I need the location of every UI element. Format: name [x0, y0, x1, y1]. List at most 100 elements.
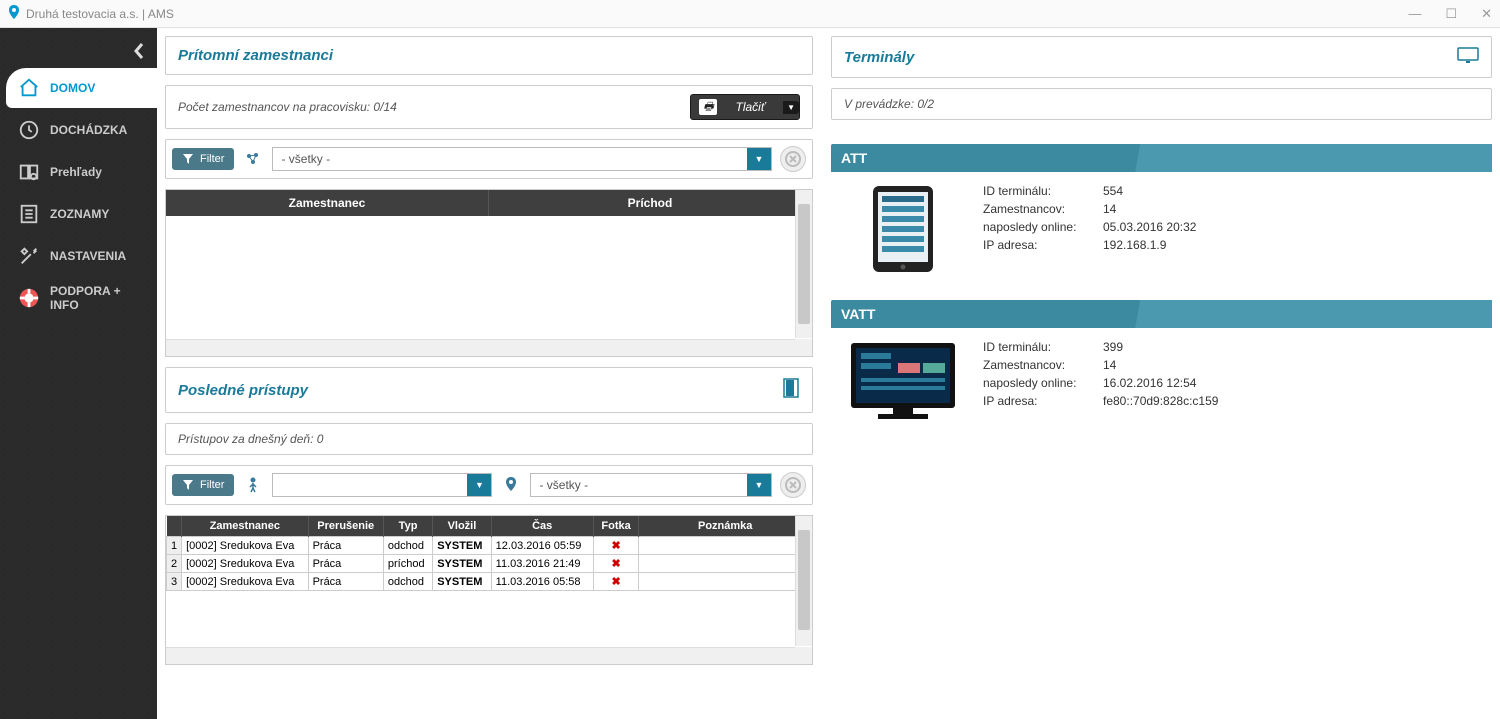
- filter-button[interactable]: Filter: [172, 474, 234, 496]
- vertical-scrollbar[interactable]: [795, 516, 812, 646]
- column-header[interactable]: Poznámka: [639, 516, 812, 537]
- value-last-online: 16.02.2016 12:54: [1103, 376, 1196, 390]
- filter-label: Filter: [200, 479, 224, 491]
- lifebuoy-icon: [18, 287, 40, 309]
- no-photo-icon: ✖: [593, 555, 639, 573]
- column-header[interactable]: Prerušenie: [308, 516, 383, 537]
- recent-employee-combo[interactable]: ▼: [272, 473, 492, 497]
- sidebar-item-domov[interactable]: DOMOV: [6, 68, 157, 108]
- panel-title: Terminály: [844, 49, 914, 66]
- value-employees: 14: [1103, 358, 1116, 372]
- sidebar-item-label: NASTAVENIA: [50, 249, 126, 263]
- horizontal-scrollbar[interactable]: [166, 647, 795, 664]
- label-employees: Zamestnancov:: [983, 358, 1103, 372]
- maximize-button[interactable]: ☐: [1445, 6, 1457, 22]
- cell-time: 11.03.2016 05:58: [491, 573, 593, 591]
- label-last-online: naposledy online:: [983, 220, 1103, 234]
- column-header[interactable]: Zamestnanec: [182, 516, 308, 537]
- cell-note: [639, 573, 812, 591]
- terminal-card[interactable]: VATTID terminálu:399Zamestnancov:14napos…: [831, 300, 1492, 442]
- home-icon: [18, 77, 40, 99]
- value-ip: fe80::70d9:828c:c159: [1103, 394, 1218, 408]
- group-icon: [242, 148, 264, 170]
- recent-location-combo[interactable]: - všetky - ▼: [530, 473, 772, 497]
- filter-button[interactable]: Filter: [172, 148, 234, 170]
- print-button[interactable]: 🖶 Tlačiť ▼: [690, 94, 800, 120]
- no-photo-icon: ✖: [593, 537, 639, 555]
- filter-label: Filter: [200, 153, 224, 165]
- vertical-scrollbar[interactable]: [795, 190, 812, 338]
- cell-type: odchod: [383, 573, 432, 591]
- horizontal-scrollbar[interactable]: [166, 339, 795, 356]
- column-header[interactable]: Vložil: [433, 516, 491, 537]
- door-icon: [782, 378, 800, 402]
- cell-interrupt: Práca: [308, 555, 383, 573]
- terminal-card[interactable]: ATTID terminálu:554Zamestnancov:14naposl…: [831, 144, 1492, 286]
- chevron-down-icon[interactable]: ▼: [783, 101, 799, 114]
- minimize-button[interactable]: —: [1408, 6, 1421, 22]
- panel-recent-access: Posledné prístupy: [165, 367, 813, 413]
- sidebar-item-zoznamy[interactable]: ZOZNAMY: [6, 194, 157, 234]
- reset-filter-button[interactable]: [780, 472, 806, 498]
- present-table: Zamestnanec Príchod: [165, 189, 813, 357]
- recent-table: Zamestnanec Prerušenie Typ Vložil Čas Fo…: [165, 515, 813, 665]
- terminal-image: [843, 184, 963, 274]
- table-header-row: Zamestnanec Prerušenie Typ Vložil Čas Fo…: [167, 516, 812, 537]
- panel-header: Posledné prístupy: [166, 368, 812, 412]
- cell-time: 12.03.2016 05:59: [491, 537, 593, 555]
- sidebar-item-label: DOCHÁDZKA: [50, 123, 127, 137]
- terminals-status-label: V prevádzke: 0/2: [844, 97, 934, 111]
- column-header-employee[interactable]: Zamestnanec: [166, 190, 489, 216]
- location-pin-icon: [500, 474, 522, 496]
- sidebar-item-nastavenia[interactable]: NASTAVENIA: [6, 236, 157, 276]
- cell-type: odchod: [383, 537, 432, 555]
- table-row[interactable]: 1[0002] Sredukova EvaPrácaodchodSYSTEM12…: [167, 537, 812, 555]
- cell-note: [639, 537, 812, 555]
- cell-note: [639, 555, 812, 573]
- label-last-online: naposledy online:: [983, 376, 1103, 390]
- reset-filter-button[interactable]: [780, 146, 806, 172]
- sidebar-item-dochadzka[interactable]: DOCHÁDZKA: [6, 110, 157, 150]
- panel-title: Prítomní zamestnanci: [178, 47, 333, 64]
- cell-employee: [0002] Sredukova Eva: [182, 555, 308, 573]
- panel-header: Terminály: [832, 37, 1491, 77]
- terminal-name-header: ATT: [831, 144, 1492, 172]
- cell-employee: [0002] Sredukova Eva: [182, 573, 308, 591]
- combo-value: - všetky -: [531, 474, 747, 496]
- terminal-body: ID terminálu:554Zamestnancov:14naposledy…: [831, 172, 1492, 286]
- chevron-down-icon[interactable]: ▼: [467, 474, 491, 496]
- label-id: ID terminálu:: [983, 184, 1103, 198]
- printer-icon: 🖶: [699, 99, 717, 115]
- sidebar-item-prehlady[interactable]: Prehľady: [6, 152, 157, 192]
- column-header[interactable]: Typ: [383, 516, 432, 537]
- column-header-arrival[interactable]: Príchod: [489, 190, 812, 216]
- panel-title: Posledné prístupy: [178, 382, 308, 399]
- sidebar-item-label: DOMOV: [50, 81, 95, 95]
- combo-value: [273, 474, 467, 496]
- label-id: ID terminálu:: [983, 340, 1103, 354]
- panel-header: Prítomní zamestnanci: [166, 37, 812, 74]
- cell-interrupt: Práca: [308, 537, 383, 555]
- recent-today-row: Prístupov za dnešný deň: 0: [165, 423, 813, 455]
- sidebar-item-podpora[interactable]: PODPORA + INFO: [6, 278, 157, 318]
- value-employees: 14: [1103, 202, 1116, 216]
- terminals-status-row: V prevádzke: 0/2: [831, 88, 1492, 120]
- chevron-down-icon[interactable]: ▼: [747, 148, 771, 170]
- column-header[interactable]: Fotka: [593, 516, 639, 537]
- present-count-row: Počet zamestnancov na pracovisku: 0/14 🖶…: [165, 85, 813, 129]
- chevron-down-icon[interactable]: ▼: [747, 474, 771, 496]
- recent-today-label: Prístupov za dnešný deň: 0: [178, 432, 323, 446]
- cell-inserted: SYSTEM: [433, 555, 491, 573]
- print-label: Tlačiť: [735, 100, 765, 114]
- close-button[interactable]: ✕: [1481, 6, 1492, 22]
- terminal-body: ID terminálu:399Zamestnancov:14naposledy…: [831, 328, 1492, 442]
- terminal-image: [843, 340, 963, 430]
- column-header[interactable]: Čas: [491, 516, 593, 537]
- present-filter-combo[interactable]: - všetky - ▼: [272, 147, 772, 171]
- sidebar-collapse-icon[interactable]: [131, 42, 149, 66]
- table-row[interactable]: 2[0002] Sredukova EvaPrácapríchodSYSTEM1…: [167, 555, 812, 573]
- panel-terminals: Terminály: [831, 36, 1492, 78]
- table-row[interactable]: 3[0002] Sredukova EvaPrácaodchodSYSTEM11…: [167, 573, 812, 591]
- location-icon: [8, 5, 20, 22]
- label-ip: IP adresa:: [983, 238, 1103, 252]
